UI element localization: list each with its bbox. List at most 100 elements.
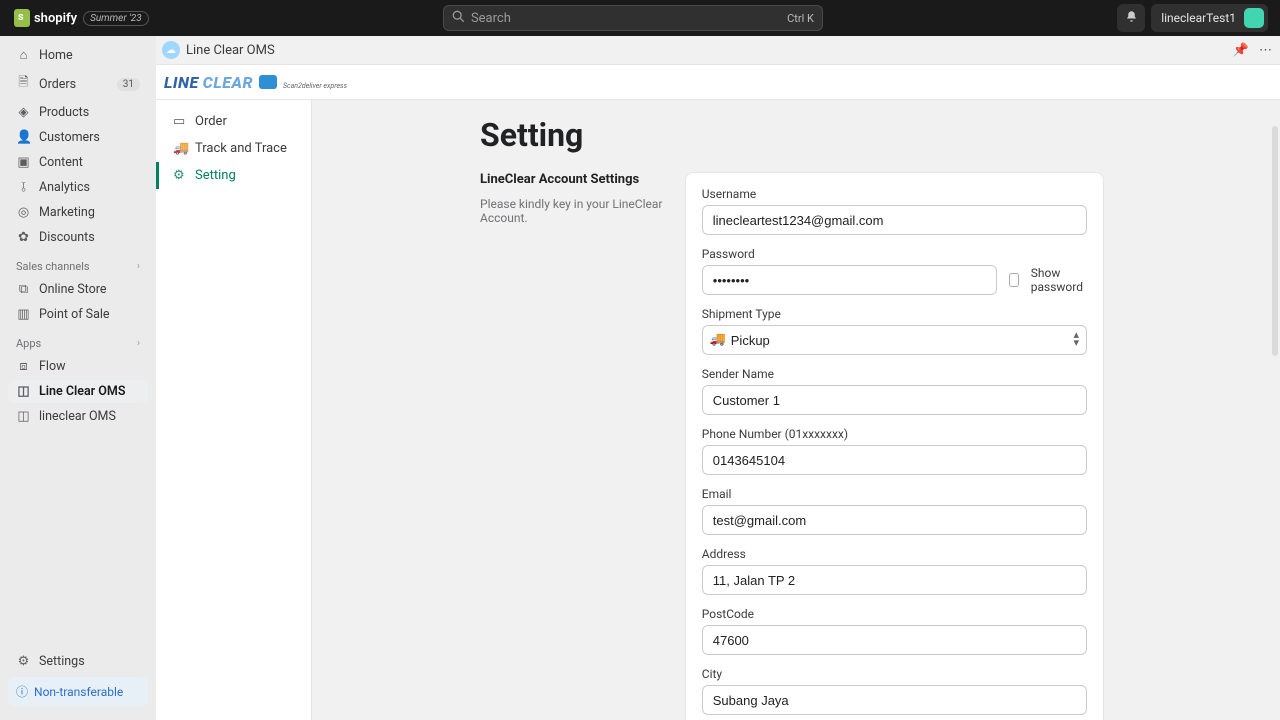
chevron-updown-icon: ▴▾ xyxy=(1073,331,1079,347)
email-label: Email xyxy=(702,487,1087,501)
settings-card: Username Password Show password xyxy=(685,172,1104,720)
truck-icon: 🚚 xyxy=(710,332,726,347)
search-shortcut: Ctrl K xyxy=(787,12,814,25)
sidebar-item-label: Orders xyxy=(39,77,76,92)
avatar xyxy=(1244,8,1264,28)
app-nav-label: Track and Trace xyxy=(195,141,287,156)
username-label: Username xyxy=(702,187,1087,201)
edition-badge[interactable]: Summer '23 xyxy=(83,11,149,26)
section-subtext: Please kindly key in your LineClear Acco… xyxy=(480,197,669,225)
sidebar-item-label: lineclear OMS xyxy=(39,409,116,424)
sidebar-item-content[interactable]: ▣ Content xyxy=(8,151,148,174)
sidebar-item-customers[interactable]: 👤 Customers xyxy=(8,126,148,149)
gear-icon: ⚙ xyxy=(173,168,187,183)
lineclear-icon: ◫ xyxy=(16,409,31,424)
search-icon xyxy=(452,10,465,27)
orders-icon: 🗎 xyxy=(16,73,31,95)
sidebar-item-label: Marketing xyxy=(39,205,95,220)
topbar: shopify Summer '23 Search Ctrl K linecle… xyxy=(0,0,1280,36)
address-input[interactable] xyxy=(702,565,1087,595)
sidebar-item-analytics[interactable]: ⫱ Analytics xyxy=(8,176,148,199)
lineclear-logo: LINECLEAR Scan2deliver express xyxy=(164,73,347,92)
sidebar-item-label: Content xyxy=(39,155,83,170)
discounts-icon: ✿ xyxy=(16,230,31,245)
shopify-logo[interactable]: shopify xyxy=(14,9,77,27)
city-label: City xyxy=(702,667,1087,681)
customers-icon: 👤 xyxy=(16,130,31,145)
chevron-right-icon: › xyxy=(137,338,140,349)
sidebar-item-lineclear-oms-2[interactable]: ◫ lineclear OMS xyxy=(8,405,148,428)
sidebar-item-label: Analytics xyxy=(39,180,90,195)
password-input[interactable] xyxy=(702,265,997,295)
app-icon: ☁ xyxy=(162,41,180,59)
non-transferable-notice[interactable]: ⓘ Non-transferable xyxy=(8,677,148,706)
shipment-type-select[interactable] xyxy=(702,325,1087,355)
app-nav-track[interactable]: 🚚 Track and Trace xyxy=(156,135,311,162)
flow-icon: ⧈ xyxy=(16,359,31,374)
sidebar-item-flow[interactable]: ⧈ Flow xyxy=(8,355,148,378)
sidebar-item-label: Products xyxy=(39,105,89,120)
sidebar-item-label: Settings xyxy=(39,654,85,669)
truck-icon xyxy=(259,75,277,89)
app-brandbar: LINECLEAR Scan2deliver express xyxy=(156,64,1280,100)
app-title: Line Clear OMS xyxy=(186,43,275,58)
search-placeholder: Search xyxy=(471,11,511,26)
app-nav-setting[interactable]: ⚙ Setting xyxy=(156,162,311,189)
sender-name-label: Sender Name xyxy=(702,367,1087,381)
city-input[interactable] xyxy=(702,685,1087,715)
content-icon: ▣ xyxy=(16,155,31,170)
app-main: Setting LineClear Account Settings Pleas… xyxy=(312,100,1280,720)
user-menu[interactable]: lineclearTest1 xyxy=(1151,4,1268,32)
page-title: Setting xyxy=(480,116,1104,154)
bell-icon xyxy=(1125,10,1138,27)
sidebar-item-label: Point of Sale xyxy=(39,307,110,322)
online-store-icon: ⧉ xyxy=(16,282,31,297)
marketing-icon: ◎ xyxy=(16,205,31,220)
more-icon[interactable]: ⋯ xyxy=(1259,43,1272,58)
user-name: lineclearTest1 xyxy=(1161,11,1236,25)
products-icon: ◈ xyxy=(16,105,31,120)
shopify-sidebar: ⌂ Home 🗎 Orders 31 ◈ Products 👤 Customer… xyxy=(0,36,156,720)
sidebar-item-lineclear-oms[interactable]: ◫ Line Clear OMS xyxy=(8,380,148,403)
sidebar-item-settings[interactable]: ⚙ Settings xyxy=(8,650,148,673)
shopify-bag-icon xyxy=(14,9,30,27)
sidebar-item-label: Online Store xyxy=(39,282,106,297)
app-nav-label: Order xyxy=(195,114,227,129)
section-title: LineClear Account Settings xyxy=(480,172,669,187)
address-label: Address xyxy=(702,547,1087,561)
pin-icon[interactable]: 📌 xyxy=(1233,43,1249,58)
sidebar-item-products[interactable]: ◈ Products xyxy=(8,101,148,124)
sender-name-input[interactable] xyxy=(702,385,1087,415)
postcode-input[interactable] xyxy=(702,625,1087,655)
notifications-button[interactable] xyxy=(1117,4,1145,32)
gear-icon: ⚙ xyxy=(16,654,31,669)
sidebar-item-label: Line Clear OMS xyxy=(39,384,125,399)
app-nav-order[interactable]: ▭ Order xyxy=(156,108,311,135)
email-input[interactable] xyxy=(702,505,1087,535)
phone-input[interactable] xyxy=(702,445,1087,475)
sidebar-item-marketing[interactable]: ◎ Marketing xyxy=(8,201,148,224)
info-icon: ⓘ xyxy=(16,683,28,700)
box-icon: ▭ xyxy=(173,114,187,129)
home-icon: ⌂ xyxy=(16,47,31,63)
search-input[interactable]: Search Ctrl K xyxy=(443,5,823,31)
sidebar-item-label: Flow xyxy=(39,359,65,374)
sidebar-item-orders[interactable]: 🗎 Orders 31 xyxy=(8,69,148,99)
sidebar-item-pos[interactable]: ▥ Point of Sale xyxy=(8,303,148,326)
app-nav-label: Setting xyxy=(195,168,236,183)
scrollbar[interactable] xyxy=(1272,126,1278,356)
show-password-label: Show password xyxy=(1031,266,1087,294)
lineclear-icon: ◫ xyxy=(16,384,31,399)
section-description: LineClear Account Settings Please kindly… xyxy=(480,172,669,720)
show-password-checkbox[interactable] xyxy=(1009,273,1019,287)
sales-channels-header[interactable]: Sales channels › xyxy=(4,250,152,277)
phone-label: Phone Number (01xxxxxxx) xyxy=(702,427,1087,441)
sidebar-item-home[interactable]: ⌂ Home xyxy=(8,43,148,67)
shipment-type-label: Shipment Type xyxy=(702,307,1087,321)
postcode-label: PostCode xyxy=(702,607,1087,621)
sidebar-item-online-store[interactable]: ⧉ Online Store xyxy=(8,278,148,301)
sidebar-item-label: Discounts xyxy=(39,230,95,245)
apps-header[interactable]: Apps › xyxy=(4,327,152,354)
username-input[interactable] xyxy=(702,205,1087,235)
sidebar-item-discounts[interactable]: ✿ Discounts xyxy=(8,226,148,249)
